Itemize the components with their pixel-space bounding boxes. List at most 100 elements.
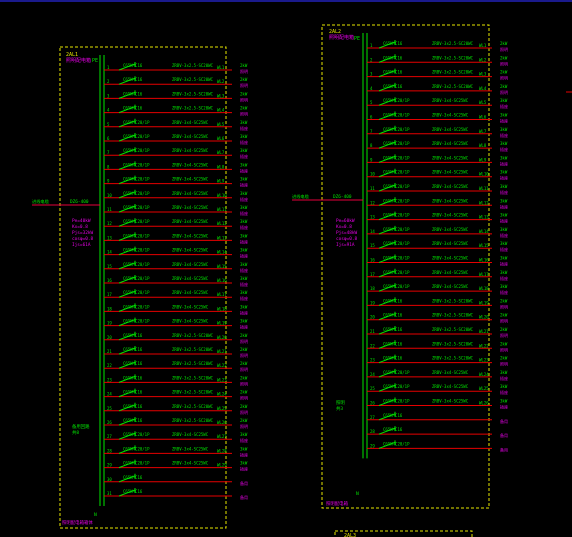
panel-left-main-breaker: DZ6-400 [70, 199, 89, 205]
circuit-number: 15 [370, 243, 375, 248]
circuit-phase-label: WL3 [217, 93, 225, 98]
circuit-use-label: 照明 [240, 410, 248, 415]
circuit-breaker-label: C65N-C16 [123, 333, 143, 338]
circuit-cable-label: ZRBV-3x4-SC25WC [172, 319, 209, 324]
circuit-number: 18 [107, 306, 112, 311]
circuit-phase-label: WL14 [217, 250, 227, 255]
circuit-breaker-label: C65N-C20/1P [383, 155, 410, 160]
circuit-cable-label: ZRBV-3x4-SC25WC [172, 134, 209, 139]
circuit-breaker-label: C65N-C20/1P [383, 184, 410, 189]
panel-left-incoming-label: 进线电缆 [32, 198, 50, 205]
circuit-load-label: 3kW [500, 127, 508, 132]
circuit-phase-label: WL23 [217, 377, 227, 382]
circuit-breaker-label: C65N-C20/1P [123, 290, 150, 295]
circuit-use-label: 照明 [500, 90, 508, 95]
circuit-cable-label: ZRBV-3x4-SC25WC [172, 191, 209, 196]
circuit-use-label: 插座 [500, 246, 508, 252]
circuit-cable-label: ZRBV-3x2.5-SC20WC [432, 41, 474, 46]
circuit-use-label: 照明 [500, 319, 508, 324]
circuit-cable-label: ZRBV-3x4-SC25WC [432, 155, 469, 160]
circuit-load-label: 2kW [240, 77, 248, 82]
circuit-use-label: 插座 [240, 196, 248, 202]
circuit-use-label: 照明 [240, 69, 248, 74]
circuit-cable-label: ZRBV-3x4-SC25WC [172, 461, 209, 466]
circuit-phase-label: WL5 [479, 100, 487, 105]
circuit-number: 11 [370, 186, 375, 191]
circuit-load-label: 3kW [500, 399, 508, 404]
circuit-breaker-label: C65N-C16 [123, 489, 143, 494]
circuit-number: 1 [107, 65, 110, 70]
circuit-number: 21 [107, 349, 112, 354]
circuit-number: 9 [370, 157, 373, 162]
circuit-cable-label: ZRBV-3x4-SC25WC [432, 284, 469, 289]
circuit-breaker-label: C65N-C20/1P [383, 113, 410, 118]
circuit-phase-label: WL19 [217, 321, 227, 326]
circuit-load-label: 3kW [500, 113, 508, 118]
circuit-number: 13 [107, 235, 112, 240]
circuit-use-label: 照明 [500, 362, 508, 367]
circuit-cable-label: ZRBV-3x4-SC25WC [432, 170, 469, 175]
circuit-use-label: 插座 [500, 375, 508, 381]
circuit-use-label: 备用 [240, 494, 248, 500]
circuit-use-label: 照明 [240, 353, 248, 358]
circuit-load-label: 3kW [500, 384, 508, 389]
panel-right-n-label: N [356, 491, 359, 497]
circuit-breaker-label: C65N-C20/1P [383, 384, 410, 389]
circuit-use-label: 备用 [500, 418, 508, 424]
circuit-number: 23 [370, 358, 375, 363]
circuit-use-label: 照明 [500, 304, 508, 309]
circuit-number: 17 [107, 292, 112, 297]
circuit-cable-label: ZRBV-3x4-SC25WC [432, 270, 469, 275]
circuit-load-label: 2kW [240, 106, 248, 111]
circuit-breaker-label: C65N-C20/1P [123, 191, 150, 196]
circuit-number: 2 [370, 57, 373, 62]
circuit-breaker-label: C65N-C20/1P [383, 141, 410, 146]
circuit-use-label: 插座 [500, 232, 508, 238]
circuit-phase-label: WL21 [217, 349, 227, 354]
panel-left-spec-line: Ijs=61A [72, 242, 91, 248]
circuit-use-label: 插座 [500, 175, 508, 181]
circuit-cable-label: ZRBV-3x2.5-SC20WC [172, 333, 214, 338]
circuit-phase-label: WL24 [479, 372, 489, 377]
circuit-phase-label: WL10 [217, 193, 227, 198]
circuit-load-label: 2kW [240, 361, 248, 366]
circuit-cable-label: ZRBV-3x2.5-SC20WC [432, 327, 474, 332]
circuit-use-label: 照明 [500, 347, 508, 352]
circuit-breaker-label: C65N-C16 [123, 375, 143, 380]
circuit-number: 25 [107, 406, 112, 411]
circuit-use-label: 插座 [500, 404, 508, 410]
circuit-load-label: 3kW [240, 276, 248, 281]
circuit-load-label: 3kW [240, 304, 248, 309]
circuit-cable-label: ZRBV-3x4-SC25WC [172, 233, 209, 238]
circuit-use-label: 备用 [240, 480, 248, 486]
circuit-number: 12 [107, 221, 112, 226]
circuit-load-label: 3kW [240, 219, 248, 224]
circuit-load-label: 3kW [240, 262, 248, 267]
panel-right-pe-label: PE [354, 36, 360, 42]
circuit-phase-label: WL16 [479, 258, 489, 263]
panel-left-spec-line: cosφ=0.8 [72, 236, 94, 242]
circuit-cable-label: ZRBV-3x2.5-SC20WC [172, 347, 214, 352]
circuit-number: 27 [370, 415, 375, 420]
circuit-load-label: 3kW [240, 461, 248, 466]
circuit-phase-label: WL9 [479, 157, 487, 162]
circuit-breaker-label: C65N-C16 [383, 327, 403, 332]
circuit-cable-label: ZRBV-3x4-SC25WC [432, 127, 469, 132]
panel-right-spec-line: cosφ=0.8 [336, 236, 358, 242]
circuit-cable-label: ZRBV-3x4-SC25WC [432, 113, 469, 118]
circuit-cable-label: ZRBV-3x4-SC25WC [172, 290, 209, 295]
circuit-phase-label: WL8 [217, 164, 225, 169]
panel-left-spec-line: Pjs=32kW [72, 230, 94, 236]
circuit-breaker-label: C65N-C16 [123, 361, 143, 366]
circuit-load-label: 3kW [500, 284, 508, 289]
circuit-use-label: 插座 [500, 132, 508, 138]
circuit-cable-label: ZRBV-3x4-SC25WC [432, 198, 469, 203]
circuit-phase-label: WL7 [479, 129, 487, 134]
circuit-phase-label: WL27 [217, 434, 227, 439]
panel-right-spec-line: Kx=0.8 [336, 224, 352, 230]
circuit-use-label: 插座 [240, 167, 248, 173]
circuit-breaker-label: C65N-C16 [383, 298, 403, 303]
circuit-use-label: 插座 [240, 210, 248, 216]
circuit-phase-label: WL20 [479, 315, 489, 320]
circuit-breaker-label: C65N-C16 [123, 91, 143, 96]
